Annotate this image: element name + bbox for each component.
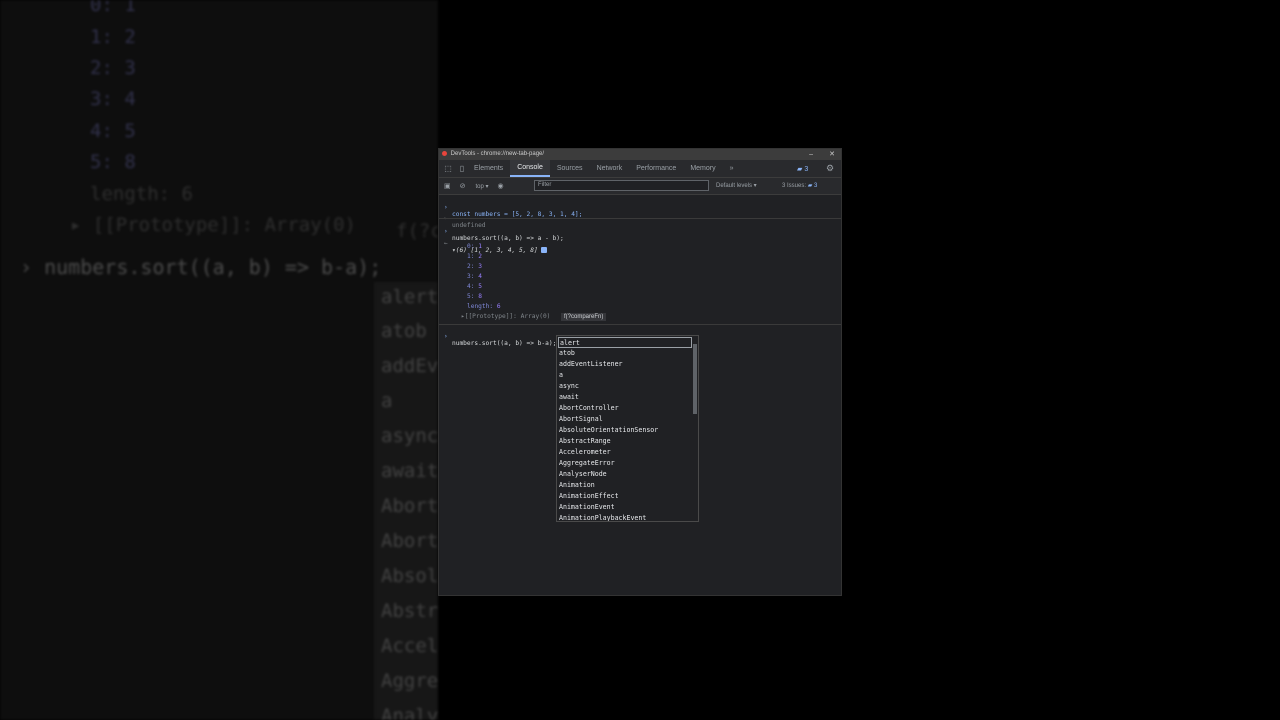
- clear-console-icon[interactable]: ⊘: [460, 182, 466, 190]
- autocomplete-item[interactable]: AbsoluteOrientationSensor: [558, 425, 693, 436]
- issues-icon: ▰: [807, 183, 813, 189]
- autocomplete-item[interactable]: AnimationPlaybackEvent: [558, 513, 693, 521]
- title-bar: DevTools - chrome://new-tab-page/ – ✕: [439, 149, 841, 160]
- tab-memory[interactable]: Memory: [683, 160, 722, 177]
- autocomplete-item-selected[interactable]: alert: [558, 337, 692, 348]
- sidebar-toggle-icon[interactable]: ▣: [444, 182, 451, 190]
- result-arrow-icon: ←: [444, 240, 448, 247]
- bg-ac-item: Analy: [381, 705, 438, 720]
- messages-badge[interactable]: ▰ 3: [797, 165, 808, 173]
- bg-entry-4: 4: 5: [90, 120, 136, 142]
- bg-ac-item: addEv: [381, 355, 438, 377]
- signature-hint-tooltip: f(?compareFn): [561, 313, 607, 321]
- bg-ac-item: Accel: [381, 635, 438, 657]
- minimize-button[interactable]: –: [809, 149, 813, 160]
- context-selector[interactable]: top ▾: [476, 183, 489, 190]
- bg-entry-2: 2: 3: [90, 57, 136, 79]
- input-chevron-icon: ›: [444, 333, 448, 340]
- inspect-element-icon[interactable]: ⬚: [443, 164, 453, 174]
- tab-network[interactable]: Network: [590, 160, 630, 177]
- bg-ac-item: atob: [381, 320, 427, 342]
- autocomplete-item[interactable]: Accelerometer: [558, 447, 693, 458]
- array-result-head[interactable]: ← ▾(6) [1, 2, 3, 4, 5, 8]: [439, 233, 841, 261]
- autocomplete-item[interactable]: AnalyserNode: [558, 469, 693, 480]
- tab-performance[interactable]: Performance: [629, 160, 683, 177]
- autocomplete-item[interactable]: async: [558, 381, 693, 392]
- issues-button[interactable]: 3 Issues: ▰ 3: [782, 178, 817, 194]
- chrome-icon: [442, 150, 447, 156]
- bg-ac-item: alert: [381, 286, 438, 308]
- bg-ac-item: await: [381, 460, 438, 482]
- info-badge-icon: [541, 247, 548, 253]
- autocomplete-item[interactable]: atob: [558, 348, 693, 359]
- window-title: DevTools - chrome://new-tab-page/: [450, 151, 545, 157]
- bg-ac-item: Abort: [381, 495, 438, 517]
- bg-entry-0: 0: 1: [90, 0, 136, 16]
- close-button[interactable]: ✕: [829, 149, 835, 160]
- bg-ac-item: Abstr: [381, 600, 438, 622]
- tab-console[interactable]: Console: [510, 160, 550, 177]
- autocomplete-item[interactable]: a: [558, 370, 693, 381]
- console-toolbar: ▣ ⊘ top ▾ ◉ Filter Default levels ▾ 3 Is…: [439, 178, 841, 195]
- bg-ac-item: Absol: [381, 565, 438, 587]
- filter-input[interactable]: Filter: [534, 180, 709, 191]
- devtools-tabs: ⬚ ▯ Elements Console Sources Network Per…: [439, 160, 841, 178]
- autocomplete-item[interactable]: AbortSignal: [558, 414, 693, 425]
- bg-entry-5: 5: 8: [90, 151, 136, 173]
- autocomplete-item[interactable]: AnimationEvent: [558, 502, 693, 513]
- bg-entry-3: 3: 4: [90, 88, 136, 110]
- tab-sources[interactable]: Sources: [550, 160, 590, 177]
- bg-entry-1: 1: 2: [90, 26, 136, 48]
- autocomplete-item[interactable]: AbstractRange: [558, 436, 693, 447]
- bg-hint: f(?c: [396, 220, 438, 242]
- bg-prototype: ▸ [[Prototype]]: Array(0): [70, 214, 356, 236]
- settings-gear-icon[interactable]: ⚙: [826, 163, 834, 174]
- bg-ac-item: a: [381, 390, 393, 412]
- bg-ac-item: async: [381, 425, 438, 447]
- divider: [439, 218, 841, 219]
- autocomplete-scrollbar[interactable]: [693, 344, 697, 414]
- bg-length: length: 6: [90, 183, 193, 205]
- zoomed-background: 0: 1 1: 2 2: 3 3: 4 4: 5 5: 8 length: 6 …: [0, 0, 438, 720]
- bg-ac-item: Abort: [381, 530, 438, 552]
- console-input[interactable]: numbers.sort((a, b) => b-a);: [452, 340, 556, 347]
- live-expression-eye-icon[interactable]: ◉: [498, 182, 504, 190]
- message-icon: ▰: [797, 165, 803, 173]
- autocomplete-item[interactable]: AbortController: [558, 403, 693, 414]
- bg-command: › numbers.sort((a, b) => b-a);: [20, 255, 382, 279]
- tab-elements[interactable]: Elements: [467, 160, 510, 177]
- autocomplete-item[interactable]: addEventListener: [558, 359, 693, 370]
- autocomplete-item[interactable]: AnimationEffect: [558, 491, 693, 502]
- more-tabs-icon[interactable]: »: [723, 160, 741, 177]
- autocomplete-item[interactable]: AggregateError: [558, 458, 693, 469]
- autocomplete-item[interactable]: await: [558, 392, 693, 403]
- autocomplete-item[interactable]: Animation: [558, 480, 693, 491]
- autocomplete-dropdown: alert atob addEventListener a async awai…: [556, 335, 699, 522]
- bg-ac-item: Aggre: [381, 670, 438, 692]
- log-levels-dropdown[interactable]: Default levels ▾: [716, 178, 757, 194]
- device-toolbar-icon[interactable]: ▯: [457, 164, 467, 174]
- divider: [439, 324, 841, 325]
